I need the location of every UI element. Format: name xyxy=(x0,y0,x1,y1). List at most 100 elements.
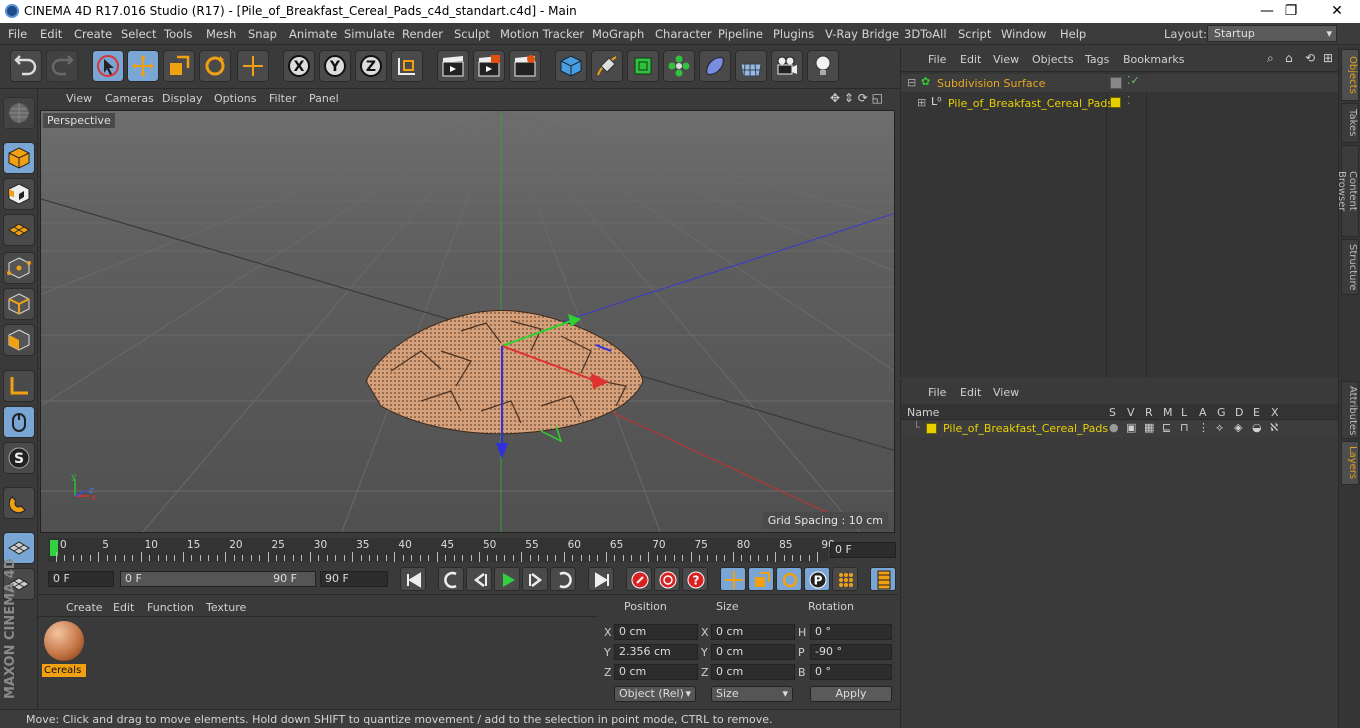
deformer-button[interactable] xyxy=(699,50,731,82)
obj-menu-view[interactable]: View xyxy=(993,53,1019,66)
layer-menu-file[interactable]: File xyxy=(928,386,946,399)
tab-structure[interactable]: Structure xyxy=(1341,239,1359,295)
col-xref[interactable]: X xyxy=(1271,406,1279,419)
edges-mode-button[interactable] xyxy=(3,288,35,320)
material-swatch-cereals[interactable]: Cereals xyxy=(42,621,86,677)
previous-frame-button[interactable] xyxy=(466,567,492,591)
vp-menu-cameras[interactable]: Cameras xyxy=(105,92,154,105)
obj-menu-bookmarks[interactable]: Bookmarks xyxy=(1123,53,1184,66)
cube-object-button[interactable] xyxy=(555,50,587,82)
menu-simulate[interactable]: Simulate xyxy=(344,27,395,41)
col-animation[interactable]: A xyxy=(1199,406,1207,419)
col-locked[interactable]: L xyxy=(1181,406,1187,419)
menu-character[interactable]: Character xyxy=(655,27,712,41)
axis-mode-button[interactable] xyxy=(3,370,35,402)
menu-pipeline[interactable]: Pipeline xyxy=(718,27,763,41)
pos-y-field[interactable]: 2.356 cm xyxy=(614,644,698,660)
autokeying-button[interactable] xyxy=(654,567,680,591)
new-window-icon[interactable]: ⊞ xyxy=(1323,51,1333,65)
start-frame-field[interactable]: 0 F xyxy=(48,571,114,587)
pos-x-field[interactable]: 0 cm xyxy=(614,624,698,640)
move-tool-button[interactable] xyxy=(127,50,159,82)
menu-vray-bridge[interactable]: V-Ray Bridge xyxy=(825,27,899,41)
col-view[interactable]: V xyxy=(1127,406,1135,419)
keyframe-selection-button[interactable]: ? xyxy=(682,567,708,591)
obj-menu-objects[interactable]: Objects xyxy=(1032,53,1074,66)
render-settings-button[interactable] xyxy=(509,50,541,82)
layer-menu-edit[interactable]: Edit xyxy=(960,386,981,399)
go-to-start-button[interactable] xyxy=(400,567,426,591)
obj-menu-tags[interactable]: Tags xyxy=(1085,53,1109,66)
key-scale-button[interactable] xyxy=(748,567,774,591)
layout-select[interactable]: Startup ▾ xyxy=(1207,25,1337,42)
menu-create[interactable]: Create xyxy=(74,27,112,41)
mat-menu-function[interactable]: Function xyxy=(147,601,194,614)
tab-objects[interactable]: Objects xyxy=(1341,49,1359,101)
search-icon[interactable]: ⌕ xyxy=(1267,51,1274,66)
menu-edit[interactable]: Edit xyxy=(40,27,62,41)
previous-key-button[interactable] xyxy=(438,567,464,591)
expand-icon[interactable]: ⊞ xyxy=(917,96,926,109)
next-frame-button[interactable] xyxy=(522,567,548,591)
col-deformers[interactable]: D xyxy=(1235,406,1243,419)
key-parameter-button[interactable]: P xyxy=(804,567,830,591)
menu-select[interactable]: Select xyxy=(121,27,156,41)
visibility-dots-icon[interactable]: ⁚ xyxy=(1127,94,1131,107)
maximize-button[interactable]: ❐ xyxy=(1268,0,1314,23)
camera-button[interactable] xyxy=(771,50,803,82)
vp-menu-panel[interactable]: Panel xyxy=(309,92,339,105)
x-axis-button[interactable]: X xyxy=(283,50,315,82)
collapse-icon[interactable]: ⊟ xyxy=(907,76,916,89)
viewport-navigation-icon[interactable]: ✥ ⇕ ⟳ ◱ xyxy=(830,91,883,105)
col-manager[interactable]: M xyxy=(1163,406,1173,419)
key-position-button[interactable] xyxy=(720,567,746,591)
vp-menu-options[interactable]: Options xyxy=(214,92,256,105)
next-key-button[interactable] xyxy=(550,567,576,591)
solo-toggle-icon[interactable]: ● xyxy=(1109,421,1119,434)
menu-help[interactable]: Help xyxy=(1060,27,1086,41)
points-mode-button[interactable] xyxy=(3,252,35,284)
menu-render[interactable]: Render xyxy=(402,27,443,41)
make-editable-button[interactable] xyxy=(3,97,35,129)
play-button[interactable] xyxy=(494,567,520,591)
size-y-field[interactable]: 0 cm xyxy=(711,644,795,660)
record-keys-button[interactable] xyxy=(626,567,652,591)
xref-toggle-icon[interactable]: ℵ xyxy=(1270,421,1278,434)
menu-sculpt[interactable]: Sculpt xyxy=(454,27,490,41)
deformer-toggle-icon[interactable]: ◈ xyxy=(1234,421,1242,434)
end-frame-field[interactable]: 90 F xyxy=(320,571,388,587)
y-axis-button[interactable]: Y xyxy=(319,50,351,82)
rot-p-field[interactable]: -90 ° xyxy=(810,644,892,660)
polygons-mode-button[interactable] xyxy=(3,324,35,356)
workplane-mode-button[interactable] xyxy=(3,214,35,246)
pen-spline-button[interactable] xyxy=(591,50,623,82)
vp-menu-view[interactable]: View xyxy=(66,92,92,105)
rot-b-field[interactable]: 0 ° xyxy=(810,664,892,680)
expression-toggle-icon[interactable]: ◒ xyxy=(1252,421,1262,434)
vp-menu-filter[interactable]: Filter xyxy=(269,92,296,105)
z-axis-button[interactable]: Z xyxy=(355,50,387,82)
vp-menu-display[interactable]: Display xyxy=(162,92,203,105)
col-solo[interactable]: S xyxy=(1109,406,1116,419)
solo-button[interactable]: S xyxy=(3,442,35,474)
col-render[interactable]: R xyxy=(1145,406,1153,419)
object-row-cereal-pads[interactable]: ⊞ L⁰ Pile_of_Breakfast_Cereal_Pads ⁚ xyxy=(901,94,1339,112)
mat-menu-create[interactable]: Create xyxy=(66,601,103,614)
current-frame-field[interactable]: 0 F xyxy=(830,542,896,558)
layer-row[interactable]: └ Pile_of_Breakfast_Cereal_Pads ● ▣ ▦ ⊑ … xyxy=(901,421,1339,437)
subdivision-surface-button[interactable] xyxy=(627,50,659,82)
menu-tools[interactable]: Tools xyxy=(164,27,192,41)
rotate-tool-button[interactable] xyxy=(199,50,231,82)
timeline-button[interactable] xyxy=(870,567,896,591)
menu-plugins[interactable]: Plugins xyxy=(773,27,814,41)
menu-animate[interactable]: Animate xyxy=(289,27,337,41)
undo-button[interactable] xyxy=(10,50,42,82)
size-z-field[interactable]: 0 cm xyxy=(711,664,795,680)
menu-motion-tracker[interactable]: Motion Tracker xyxy=(500,27,584,41)
tweak-mode-button[interactable] xyxy=(3,406,35,438)
lock-toggle-icon[interactable]: ⊓ xyxy=(1180,421,1189,434)
coordinate-system-button[interactable] xyxy=(391,50,423,82)
menu-window[interactable]: Window xyxy=(1001,27,1046,41)
cloner-button[interactable] xyxy=(663,50,695,82)
live-selection-button[interactable] xyxy=(92,50,124,82)
